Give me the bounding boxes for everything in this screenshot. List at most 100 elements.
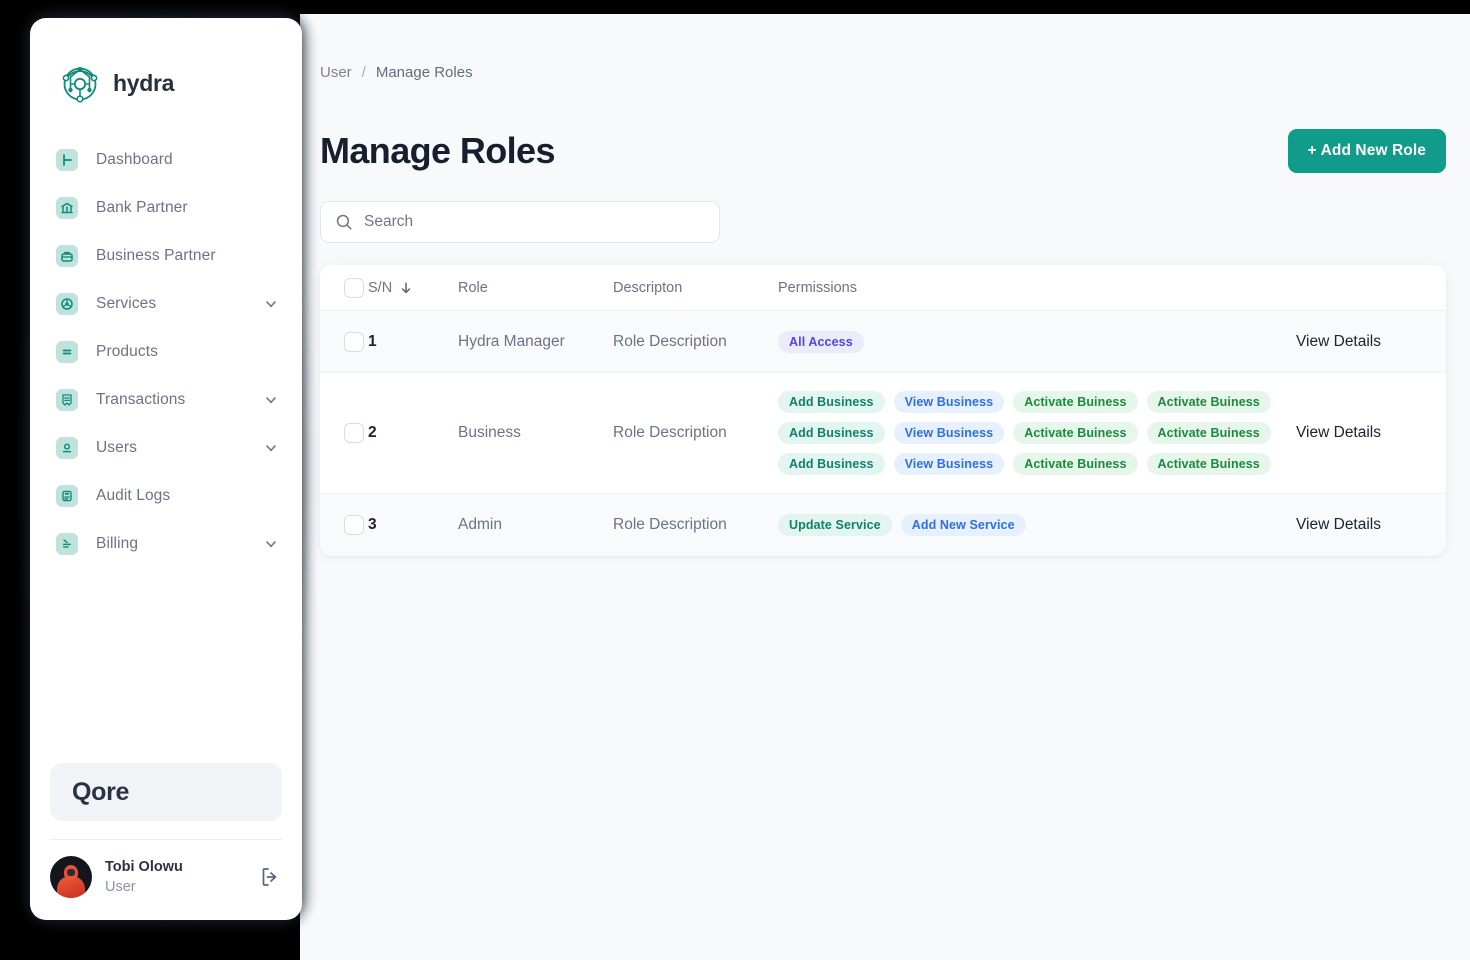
brand[interactable]: hydra — [30, 18, 302, 114]
sidebar-item-business-partner[interactable]: Business Partner — [30, 232, 302, 280]
cell-action: View Details — [1296, 424, 1446, 442]
view-details-link[interactable]: View Details — [1296, 424, 1381, 441]
sidebar-footer: Qore Tobi Olowu User — [30, 763, 302, 920]
permission-badge[interactable]: Activate Buiness — [1013, 391, 1138, 413]
add-new-role-button[interactable]: + Add New Role — [1287, 129, 1446, 173]
column-label: Permissions — [778, 279, 857, 296]
sidebar-item-services[interactable]: Services — [30, 280, 302, 328]
cell-action: View Details — [1296, 333, 1446, 351]
arrow-down-icon[interactable] — [399, 281, 413, 295]
permission-badge[interactable]: All Access — [778, 330, 864, 353]
search-input[interactable] — [364, 213, 705, 231]
main-content: User / Manage Roles Manage Roles + Add N… — [300, 14, 1470, 960]
cell-role: Hydra Manager — [458, 332, 565, 350]
cell-description: Role Description — [613, 424, 727, 441]
row-checkbox[interactable] — [344, 331, 364, 352]
page-title: Manage Roles — [320, 130, 555, 171]
sidebar-nav: Dashboard Bank Partner Business Partner … — [30, 114, 302, 568]
sidebar-item-label: Billing — [96, 535, 139, 552]
select-all-checkbox[interactable] — [344, 277, 364, 298]
cell-permissions: Update Service Add New Service — [778, 514, 1296, 536]
sidebar-item-label: Services — [96, 295, 157, 312]
sidebar-item-users[interactable]: Users — [30, 424, 302, 472]
cell-sn: 2 — [368, 424, 377, 441]
sidebar-item-label: Audit Logs — [96, 487, 171, 504]
permission-badge[interactable]: View Business — [893, 453, 1005, 475]
logout-icon[interactable] — [258, 865, 282, 889]
chevron-down-icon[interactable] — [264, 297, 278, 311]
search-box[interactable] — [320, 201, 720, 243]
user-name: Tobi Olowu — [105, 858, 183, 875]
chevron-down-icon[interactable] — [264, 537, 278, 551]
org-name: Qore — [72, 777, 130, 806]
sidebar-item-bank-partner[interactable]: Bank Partner — [30, 184, 302, 232]
permission-line: Add Business View Business Activate Buin… — [778, 453, 1280, 475]
permission-badge[interactable]: View Business — [893, 391, 1005, 413]
breadcrumb-parent[interactable]: User — [320, 64, 352, 81]
permission-badge[interactable]: View Business — [893, 422, 1005, 444]
row-checkbox[interactable] — [344, 515, 364, 535]
table-row[interactable]: 3 Admin Role Description Update Service … — [320, 494, 1446, 556]
brand-name: hydra — [113, 69, 175, 96]
sidebar-item-transactions[interactable]: Transactions — [30, 376, 302, 424]
billing-icon — [56, 533, 78, 555]
sidebar-item-audit-logs[interactable]: Audit Logs — [30, 472, 302, 520]
chevron-down-icon[interactable] — [264, 393, 278, 407]
permission-badge[interactable]: Activate Buiness — [1013, 422, 1138, 444]
cell-description: Role Description — [613, 516, 727, 533]
column-header-permissions[interactable]: Permissions — [778, 280, 1296, 296]
cell-permissions: Add Business View Business Activate Buin… — [778, 391, 1296, 475]
permission-badge[interactable]: Add Business — [778, 391, 885, 413]
permission-badge[interactable]: Add Business — [778, 453, 885, 475]
products-icon — [56, 341, 78, 363]
column-header-sn[interactable]: S/N — [368, 280, 458, 296]
transactions-icon — [56, 389, 78, 411]
sidebar-item-label: Products — [96, 343, 158, 360]
breadcrumb-current: Manage Roles — [375, 64, 473, 81]
view-details-link[interactable]: View Details — [1296, 333, 1381, 350]
user-meta: Tobi Olowu User — [105, 858, 183, 896]
column-header-description[interactable]: Descripton — [613, 280, 778, 296]
sidebar-item-products[interactable]: Products — [30, 328, 302, 376]
roles-table: S/N Role Descripton Permissions 1 Hydra … — [320, 265, 1446, 556]
cell-permissions: All Access — [778, 330, 1296, 353]
user-role: User — [105, 879, 136, 895]
permission-line: Update Service Add New Service — [778, 514, 1280, 536]
permission-badge[interactable]: Activate Buiness — [1146, 422, 1271, 444]
sidebar-item-dashboard[interactable]: Dashboard — [30, 136, 302, 184]
breadcrumb: User / Manage Roles — [320, 64, 1446, 81]
view-details-link[interactable]: View Details — [1296, 516, 1381, 533]
cell-sn: 1 — [368, 332, 377, 350]
column-label: Role — [458, 279, 488, 296]
row-select-cell — [320, 515, 368, 535]
sidebar-item-label: Bank Partner — [96, 199, 188, 216]
permission-badge[interactable]: Add Business — [778, 422, 885, 444]
permission-line: Add Business View Business Activate Buin… — [778, 391, 1280, 413]
permission-badge[interactable]: Activate Buiness — [1146, 391, 1271, 413]
permission-badge[interactable]: Add New Service — [900, 514, 1026, 536]
user-profile[interactable]: Tobi Olowu User — [30, 840, 302, 898]
permission-badge[interactable]: Activate Buiness — [1013, 453, 1138, 475]
org-card[interactable]: Qore — [50, 763, 282, 821]
sidebar-item-label: Business Partner — [96, 247, 216, 264]
services-icon — [56, 293, 78, 315]
sidebar-item-billing[interactable]: Billing — [30, 520, 302, 568]
row-select-cell — [320, 423, 368, 443]
chevron-down-icon[interactable] — [264, 441, 278, 455]
row-select-cell — [320, 331, 368, 352]
cell-role: Business — [458, 424, 521, 441]
breadcrumb-separator: / — [361, 64, 366, 81]
users-icon — [56, 437, 78, 459]
column-header-role[interactable]: Role — [458, 280, 613, 296]
row-checkbox[interactable] — [344, 423, 364, 443]
cell-sn: 3 — [368, 516, 377, 533]
permission-badge[interactable]: Activate Buiness — [1146, 453, 1271, 475]
cell-role: Admin — [458, 516, 502, 533]
permission-badge[interactable]: Update Service — [778, 514, 892, 536]
table-row[interactable]: 1 Hydra Manager Role Description All Acc… — [320, 311, 1446, 373]
select-all-cell — [320, 277, 368, 298]
table-row[interactable]: 2 Business Role Description Add Business… — [320, 373, 1446, 494]
sidebar-item-label: Transactions — [96, 391, 186, 408]
hydra-network-logo-icon — [62, 66, 98, 103]
table-header-row: S/N Role Descripton Permissions — [320, 265, 1446, 311]
